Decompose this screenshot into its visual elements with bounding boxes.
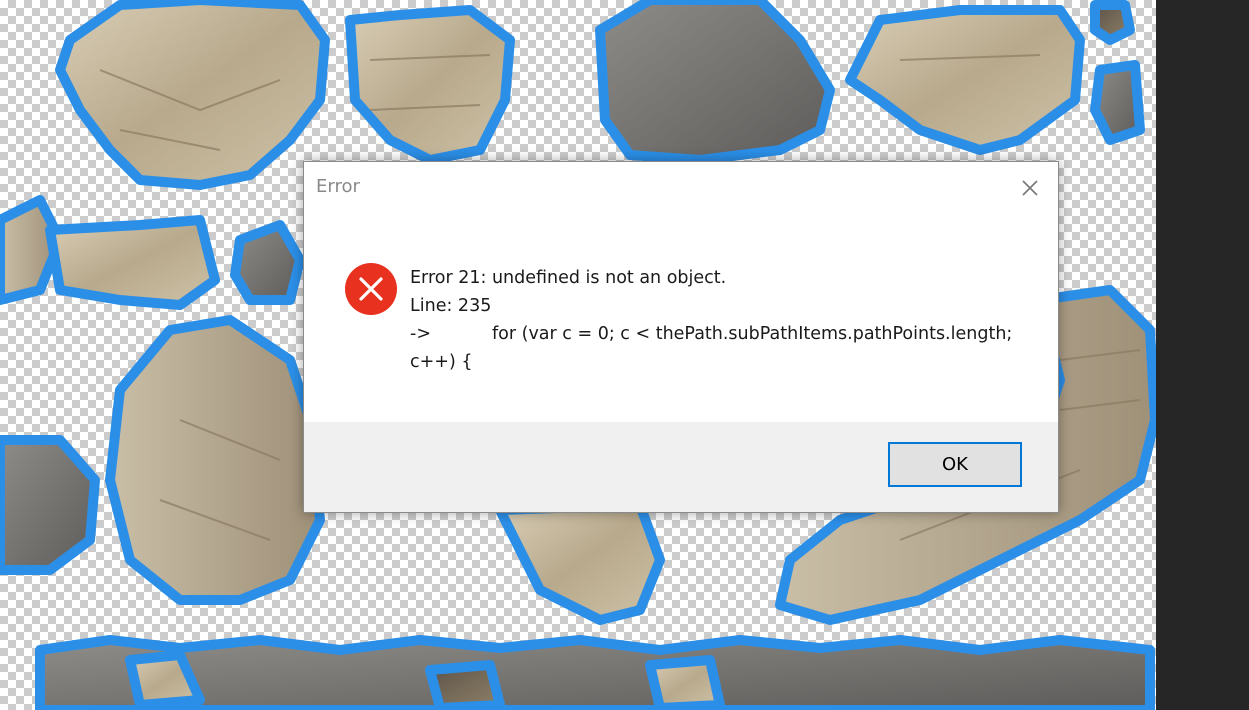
error-line-number: Line: 235 — [410, 296, 492, 316]
stone-fragment — [645, 655, 725, 710]
stone-fragment — [845, 5, 1085, 155]
ok-button[interactable]: OK — [888, 442, 1022, 487]
side-panel — [1156, 0, 1249, 710]
error-message: Error 21: undefined is not an object. Li… — [410, 264, 1013, 376]
code-arrow: -> — [410, 324, 431, 344]
error-code-line: -> for (var c = 0; c < thePath.subPathIte… — [410, 320, 1013, 348]
close-icon — [1022, 180, 1038, 196]
stone-fragment — [1090, 60, 1145, 145]
close-button[interactable] — [1016, 174, 1044, 202]
stone-fragment — [105, 315, 325, 605]
stone-fragment — [0, 435, 100, 575]
dialog-footer: OK — [304, 422, 1058, 512]
stone-fragment — [45, 215, 220, 310]
stone-fragment — [495, 500, 665, 625]
stone-fragment — [1090, 0, 1135, 45]
stone-fragment — [425, 660, 505, 710]
stone-fragment — [345, 5, 515, 165]
stone-fragment — [35, 635, 1155, 710]
dialog-title: Error — [316, 176, 360, 197]
error-code-continuation: c++) { — [410, 352, 473, 372]
code-text: for (var c = 0; c < thePath.subPathItems… — [492, 324, 1013, 344]
stone-fragment — [230, 220, 305, 305]
error-message-line: Error 21: undefined is not an object. — [410, 268, 727, 288]
stone-fragment — [595, 0, 835, 165]
error-icon — [344, 262, 398, 316]
stone-fragment — [55, 0, 330, 190]
error-dialog: Error Error 21: undefined is not an obje… — [303, 161, 1059, 513]
